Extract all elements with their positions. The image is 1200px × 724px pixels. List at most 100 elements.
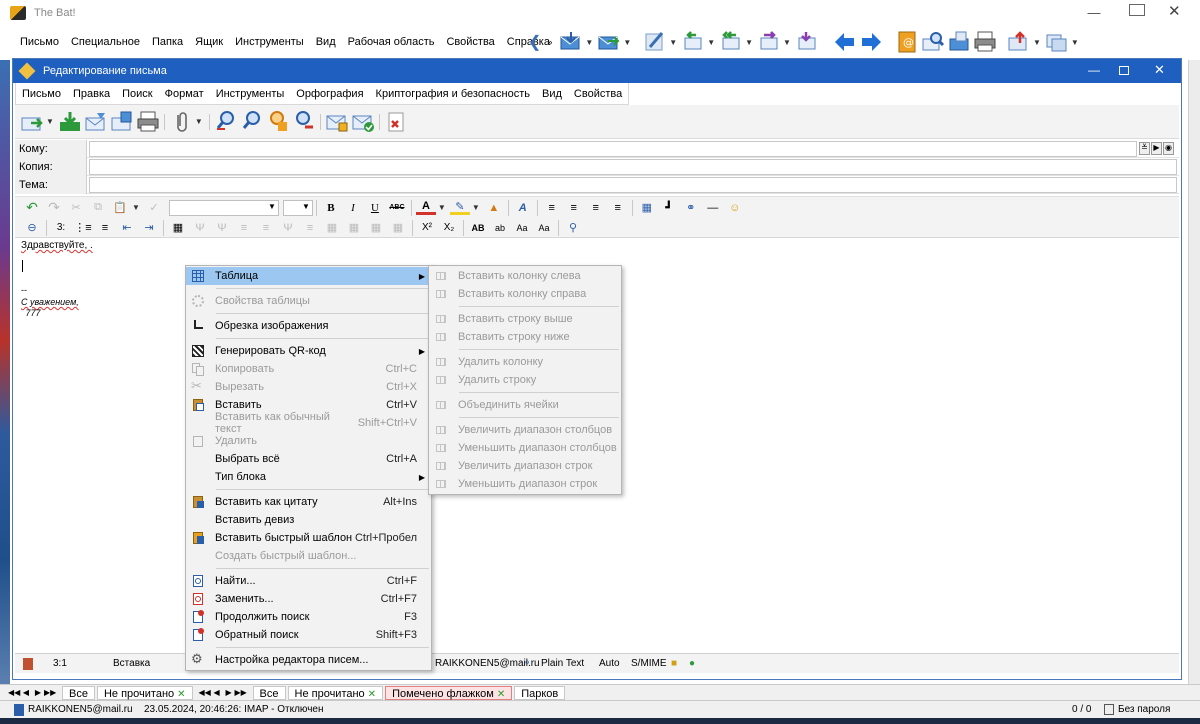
status-password[interactable]: Без пароля	[1118, 704, 1170, 715]
folder-tab[interactable]: Не прочитано ✕	[287, 685, 384, 700]
reply-all-icon[interactable]	[718, 29, 744, 55]
numbered-list-icon[interactable]: ≡	[95, 219, 115, 237]
get-mail-icon[interactable]	[558, 29, 584, 55]
editor-menu-item[interactable]: Письмо	[16, 82, 67, 106]
main-menu-item[interactable]: Папка	[146, 30, 189, 54]
editor-menu-item[interactable]: Правка	[67, 82, 116, 106]
tabs-first-icon[interactable]: ◀◀	[8, 688, 20, 697]
to-input[interactable]	[89, 140, 1137, 157]
editor-menu-item[interactable]: Орфография	[290, 82, 369, 106]
increase-indent-icon[interactable]: ⇥	[139, 219, 159, 237]
context-menu-item[interactable]: Генерировать QR-код ▶	[186, 342, 431, 360]
horizontal-line-icon[interactable]: —	[703, 199, 723, 217]
main-menu-item[interactable]: Инструменты	[229, 30, 310, 54]
paragraph-style-icon[interactable]: ⊖	[22, 219, 42, 237]
table-op-10-icon[interactable]: ▦	[388, 219, 408, 237]
tabs-next-icon[interactable]: ▶	[32, 688, 44, 697]
context-menu-item[interactable]: Вставить быстрый шаблон Ctrl+Пробел	[186, 529, 431, 547]
font-size-select[interactable]: ▼	[282, 199, 313, 216]
print-icon[interactable]	[972, 29, 998, 55]
context-menu-item[interactable]: ⚙ Настройка редактора писем...	[186, 651, 431, 669]
case-toggle-icon[interactable]: Aa	[512, 219, 532, 237]
status-format[interactable]: Plain Text	[541, 658, 584, 669]
editor-menu-item[interactable]: Криптография и безопасность	[370, 82, 536, 106]
editor-menu-item[interactable]: Вид	[536, 82, 568, 106]
tab-close-icon[interactable]: ✕	[368, 689, 376, 700]
title-case-icon[interactable]: Aa	[534, 219, 554, 237]
send-mail-icon[interactable]	[596, 29, 622, 55]
context-menu-item[interactable]: Тип блока ▶	[186, 468, 431, 486]
move-to-folder-icon[interactable]	[1006, 29, 1032, 55]
clear-format-icon[interactable]: A	[513, 199, 533, 217]
print-message-icon[interactable]	[135, 109, 161, 135]
line-spacing-icon[interactable]: 3:	[51, 219, 71, 237]
format-painter-icon[interactable]: ✓	[144, 199, 164, 217]
discard-icon[interactable]	[383, 109, 409, 135]
find-text-icon[interactable]: ⚲	[563, 219, 583, 237]
insert-link-icon[interactable]: ⚭	[681, 199, 701, 217]
context-menu-item[interactable]: Заменить... Ctrl+F7	[186, 590, 431, 608]
previous-icon[interactable]	[832, 29, 858, 55]
subscript-icon[interactable]: X₂	[439, 219, 459, 237]
maximize-button[interactable]	[1129, 4, 1145, 16]
copy-icon[interactable]: ⧉	[88, 199, 108, 217]
tab-close-icon[interactable]: ✕	[497, 689, 505, 700]
address-cc-icon[interactable]	[239, 109, 265, 135]
undo-icon[interactable]: ↶	[22, 199, 42, 217]
encrypt-message-icon[interactable]	[350, 109, 376, 135]
table-op-8-icon[interactable]: ▦	[344, 219, 364, 237]
tabs-prev-icon[interactable]: ◀	[20, 688, 32, 697]
italic-icon[interactable]: I	[343, 199, 363, 217]
next-icon[interactable]	[858, 29, 884, 55]
attach-icon[interactable]	[168, 109, 194, 135]
context-menu-item[interactable]: Обрезка изображения	[186, 317, 431, 335]
tabs2-first-icon[interactable]: ◀◀	[199, 688, 211, 697]
align-right-icon[interactable]: ≡	[586, 199, 606, 217]
font-name-select[interactable]: ▼	[168, 199, 279, 216]
address-options-icon[interactable]: ≚ ▶ ◉	[1139, 141, 1175, 156]
strikethrough-icon[interactable]: ABC	[387, 199, 407, 217]
bullet-list-icon[interactable]: ⋮≡	[73, 219, 93, 237]
insert-table-icon[interactable]: ▦	[168, 219, 188, 237]
fill-icon[interactable]: ▲	[484, 199, 504, 217]
main-menu-item[interactable]: Специальное	[65, 30, 146, 54]
queue-outbox-icon[interactable]	[57, 109, 83, 135]
context-menu-item[interactable]: Вставить девиз	[186, 511, 431, 529]
editor-menu-item[interactable]: Формат	[159, 82, 210, 106]
main-menu-item[interactable]: Рабочая область	[342, 30, 441, 54]
crop-icon[interactable]: ┛	[659, 199, 679, 217]
highlight-color-icon[interactable]: ✎	[449, 201, 470, 215]
table-op-4-icon[interactable]: ≡	[256, 219, 276, 237]
send-later-icon[interactable]	[83, 109, 109, 135]
context-menu-item[interactable]: Выбрать всё Ctrl+A	[186, 450, 431, 468]
folder-tab[interactable]: Помечено флажком ✕	[385, 685, 513, 700]
main-menu-item[interactable]: Свойства	[440, 30, 500, 54]
editor-menu-item[interactable]: Поиск	[116, 82, 158, 106]
editor-menu-item[interactable]: Свойства	[568, 82, 628, 106]
lowercase-icon[interactable]: ab	[490, 219, 510, 237]
table-op-2-icon[interactable]: Ψ	[212, 219, 232, 237]
new-message-icon[interactable]	[642, 29, 668, 55]
reply-icon[interactable]	[680, 29, 706, 55]
superscript-icon[interactable]: X²	[417, 219, 437, 237]
close-button[interactable]: ✕	[1168, 2, 1181, 20]
folder-tab[interactable]: Все	[62, 685, 95, 700]
editor-minimize-button[interactable]: —	[1088, 63, 1100, 77]
save-mail-icon[interactable]	[946, 29, 972, 55]
main-menu-item[interactable]: Вид	[310, 30, 342, 54]
insert-image-icon[interactable]: ▦	[637, 199, 657, 217]
font-color-icon[interactable]: A	[415, 200, 436, 215]
align-left-icon[interactable]: ≡	[542, 199, 562, 217]
tabs2-next-icon[interactable]: ▶	[223, 688, 235, 697]
decrease-indent-icon[interactable]: ⇤	[117, 219, 137, 237]
table-op-5-icon[interactable]: Ψ	[278, 219, 298, 237]
redirect-icon[interactable]	[794, 29, 820, 55]
address-bcc-icon[interactable]	[265, 109, 291, 135]
toolbar-overflow-left[interactable]: ❮	[528, 32, 541, 52]
bold-icon[interactable]: B	[321, 199, 341, 217]
send-now-icon[interactable]	[19, 109, 45, 135]
cc-input[interactable]	[89, 158, 1177, 175]
table-op-6-icon[interactable]: ≡	[300, 219, 320, 237]
table-op-1-icon[interactable]: Ψ	[190, 219, 210, 237]
address-reply-icon[interactable]	[291, 109, 317, 135]
